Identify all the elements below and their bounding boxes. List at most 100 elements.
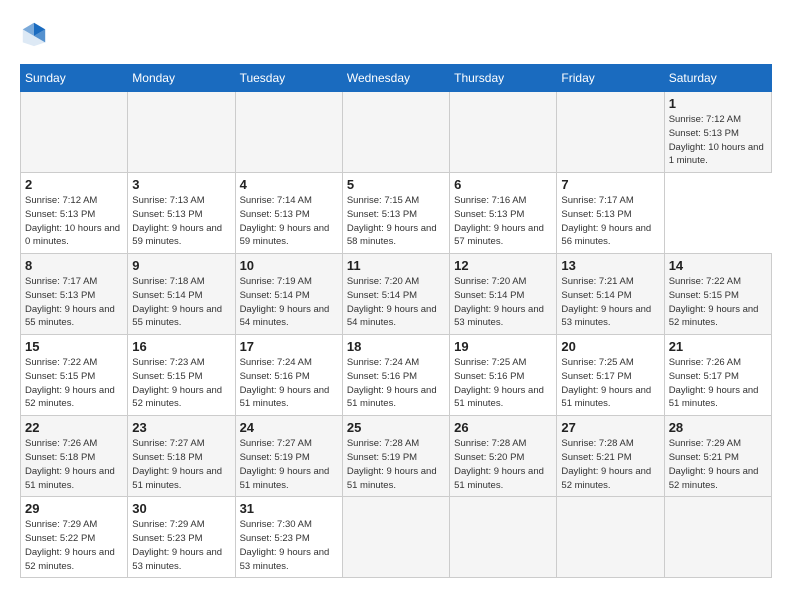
day-number: 3: [132, 177, 230, 192]
calendar-week-row: 8 Sunrise: 7:17 AMSunset: 5:13 PMDaylight…: [21, 254, 772, 335]
day-cell: 25 Sunrise: 7:28 AMSunset: 5:19 PMDayligh…: [342, 416, 449, 497]
day-info: Sunrise: 7:25 AMSunset: 5:17 PMDaylight:…: [561, 356, 659, 411]
day-number: 31: [240, 501, 338, 516]
day-cell: 31Sunrise: 7:30 AMSunset: 5:23 PMDayligh…: [235, 497, 342, 578]
day-cell: 1 Sunrise: 7:12 AMSunset: 5:13 PMDaylight…: [664, 92, 771, 173]
day-cell: 10 Sunrise: 7:19 AMSunset: 5:14 PMDayligh…: [235, 254, 342, 335]
day-header-tuesday: Tuesday: [235, 65, 342, 92]
day-info: Sunrise: 7:29 AMSunset: 5:21 PMDaylight:…: [669, 437, 767, 492]
empty-cell: [128, 92, 235, 173]
day-number: 5: [347, 177, 445, 192]
day-number: 25: [347, 420, 445, 435]
calendar-table: SundayMondayTuesdayWednesdayThursdayFrid…: [20, 64, 772, 578]
day-number: 2: [25, 177, 123, 192]
day-number: 20: [561, 339, 659, 354]
day-number: 23: [132, 420, 230, 435]
calendar-header-row: SundayMondayTuesdayWednesdayThursdayFrid…: [21, 65, 772, 92]
day-header-thursday: Thursday: [450, 65, 557, 92]
empty-cell: [342, 497, 449, 578]
empty-cell: [557, 497, 664, 578]
day-info: Sunrise: 7:12 AMSunset: 5:13 PMDaylight:…: [25, 194, 123, 249]
day-cell: 28 Sunrise: 7:29 AMSunset: 5:21 PMDayligh…: [664, 416, 771, 497]
day-info: Sunrise: 7:12 AMSunset: 5:13 PMDaylight:…: [669, 113, 767, 168]
day-info: Sunrise: 7:23 AMSunset: 5:15 PMDaylight:…: [132, 356, 230, 411]
day-cell: 5 Sunrise: 7:15 AMSunset: 5:13 PMDaylight…: [342, 173, 449, 254]
day-info: Sunrise: 7:26 AMSunset: 5:18 PMDaylight:…: [25, 437, 123, 492]
day-number: 14: [669, 258, 767, 273]
day-info: Sunrise: 7:20 AMSunset: 5:14 PMDaylight:…: [454, 275, 552, 330]
day-cell: 11 Sunrise: 7:20 AMSunset: 5:14 PMDayligh…: [342, 254, 449, 335]
day-number: 24: [240, 420, 338, 435]
day-info: Sunrise: 7:22 AMSunset: 5:15 PMDaylight:…: [669, 275, 767, 330]
day-info: Sunrise: 7:19 AMSunset: 5:14 PMDaylight:…: [240, 275, 338, 330]
day-cell: 16 Sunrise: 7:23 AMSunset: 5:15 PMDayligh…: [128, 335, 235, 416]
day-info: Sunrise: 7:27 AMSunset: 5:19 PMDaylight:…: [240, 437, 338, 492]
day-info: Sunrise: 7:21 AMSunset: 5:14 PMDaylight:…: [561, 275, 659, 330]
day-cell: 8 Sunrise: 7:17 AMSunset: 5:13 PMDaylight…: [21, 254, 128, 335]
day-number: 29: [25, 501, 123, 516]
day-info: Sunrise: 7:29 AMSunset: 5:23 PMDaylight:…: [132, 518, 230, 573]
day-cell: 29Sunrise: 7:29 AMSunset: 5:22 PMDayligh…: [21, 497, 128, 578]
day-header-monday: Monday: [128, 65, 235, 92]
day-header-saturday: Saturday: [664, 65, 771, 92]
logo-icon: [20, 20, 48, 48]
empty-cell: [235, 92, 342, 173]
calendar-week-row: 1 Sunrise: 7:12 AMSunset: 5:13 PMDaylight…: [21, 92, 772, 173]
day-number: 15: [25, 339, 123, 354]
page-header: [20, 20, 772, 48]
day-cell: 23 Sunrise: 7:27 AMSunset: 5:18 PMDayligh…: [128, 416, 235, 497]
day-info: Sunrise: 7:27 AMSunset: 5:18 PMDaylight:…: [132, 437, 230, 492]
day-number: 17: [240, 339, 338, 354]
day-cell: 14 Sunrise: 7:22 AMSunset: 5:15 PMDayligh…: [664, 254, 771, 335]
day-cell: 24 Sunrise: 7:27 AMSunset: 5:19 PMDayligh…: [235, 416, 342, 497]
day-cell: 9Sunrise: 7:18 AMSunset: 5:14 PMDaylight…: [128, 254, 235, 335]
day-number: 16: [132, 339, 230, 354]
day-info: Sunrise: 7:28 AMSunset: 5:20 PMDaylight:…: [454, 437, 552, 492]
day-number: 18: [347, 339, 445, 354]
calendar-week-row: 2 Sunrise: 7:12 AMSunset: 5:13 PMDaylight…: [21, 173, 772, 254]
day-number: 21: [669, 339, 767, 354]
day-number: 8: [25, 258, 123, 273]
day-header-sunday: Sunday: [21, 65, 128, 92]
day-number: 28: [669, 420, 767, 435]
day-number: 27: [561, 420, 659, 435]
day-number: 11: [347, 258, 445, 273]
calendar-week-row: 29Sunrise: 7:29 AMSunset: 5:22 PMDayligh…: [21, 497, 772, 578]
day-cell: 21 Sunrise: 7:26 AMSunset: 5:17 PMDayligh…: [664, 335, 771, 416]
day-cell: 15 Sunrise: 7:22 AMSunset: 5:15 PMDayligh…: [21, 335, 128, 416]
day-info: Sunrise: 7:17 AMSunset: 5:13 PMDaylight:…: [561, 194, 659, 249]
empty-cell: [450, 497, 557, 578]
day-cell: 20 Sunrise: 7:25 AMSunset: 5:17 PMDayligh…: [557, 335, 664, 416]
empty-cell: [21, 92, 128, 173]
empty-cell: [557, 92, 664, 173]
day-info: Sunrise: 7:17 AMSunset: 5:13 PMDaylight:…: [25, 275, 123, 330]
day-info: Sunrise: 7:22 AMSunset: 5:15 PMDaylight:…: [25, 356, 123, 411]
day-cell: 18Sunrise: 7:24 AMSunset: 5:16 PMDayligh…: [342, 335, 449, 416]
day-cell: 12Sunrise: 7:20 AMSunset: 5:14 PMDayligh…: [450, 254, 557, 335]
day-cell: 6Sunrise: 7:16 AMSunset: 5:13 PMDaylight…: [450, 173, 557, 254]
day-info: Sunrise: 7:28 AMSunset: 5:21 PMDaylight:…: [561, 437, 659, 492]
day-number: 10: [240, 258, 338, 273]
day-info: Sunrise: 7:25 AMSunset: 5:16 PMDaylight:…: [454, 356, 552, 411]
day-cell: 17 Sunrise: 7:24 AMSunset: 5:16 PMDayligh…: [235, 335, 342, 416]
day-info: Sunrise: 7:14 AMSunset: 5:13 PMDaylight:…: [240, 194, 338, 249]
day-cell: 7Sunrise: 7:17 AMSunset: 5:13 PMDaylight…: [557, 173, 664, 254]
logo: [20, 20, 52, 48]
day-cell: 30 Sunrise: 7:29 AMSunset: 5:23 PMDayligh…: [128, 497, 235, 578]
day-info: Sunrise: 7:28 AMSunset: 5:19 PMDaylight:…: [347, 437, 445, 492]
day-info: Sunrise: 7:13 AMSunset: 5:13 PMDaylight:…: [132, 194, 230, 249]
calendar-week-row: 22Sunrise: 7:26 AMSunset: 5:18 PMDayligh…: [21, 416, 772, 497]
day-info: Sunrise: 7:20 AMSunset: 5:14 PMDaylight:…: [347, 275, 445, 330]
day-info: Sunrise: 7:26 AMSunset: 5:17 PMDaylight:…: [669, 356, 767, 411]
day-number: 19: [454, 339, 552, 354]
day-header-friday: Friday: [557, 65, 664, 92]
day-number: 4: [240, 177, 338, 192]
day-number: 1: [669, 96, 767, 111]
day-number: 30: [132, 501, 230, 516]
empty-cell: [450, 92, 557, 173]
day-cell: 2 Sunrise: 7:12 AMSunset: 5:13 PMDaylight…: [21, 173, 128, 254]
day-cell: 22Sunrise: 7:26 AMSunset: 5:18 PMDayligh…: [21, 416, 128, 497]
day-cell: 4 Sunrise: 7:14 AMSunset: 5:13 PMDaylight…: [235, 173, 342, 254]
day-info: Sunrise: 7:15 AMSunset: 5:13 PMDaylight:…: [347, 194, 445, 249]
day-info: Sunrise: 7:24 AMSunset: 5:16 PMDaylight:…: [240, 356, 338, 411]
